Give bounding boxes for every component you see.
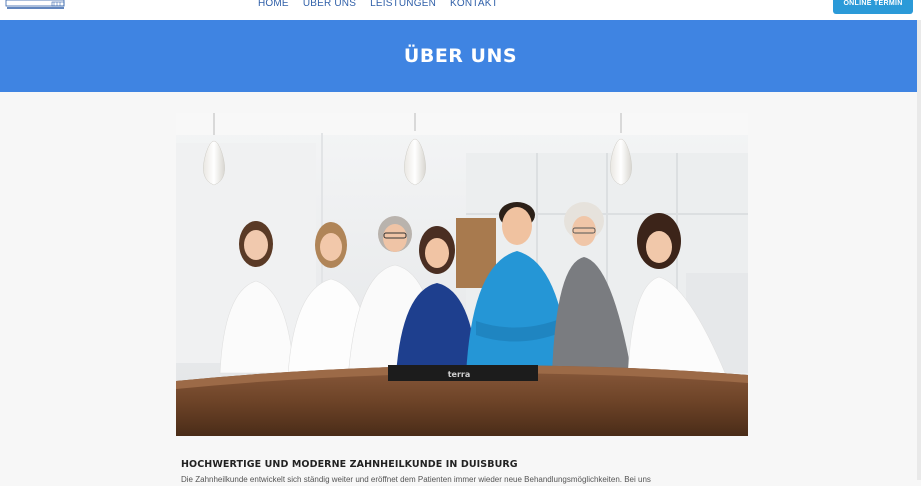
team-photo-illustration: terra xyxy=(176,113,748,436)
team-photo: terra xyxy=(176,113,748,436)
nav-item-ueber-uns[interactable]: ÜBER UNS xyxy=(303,0,356,12)
online-termin-button[interactable]: ONLINE TERMIN xyxy=(833,0,913,14)
page-title-banner: ÜBER UNS xyxy=(0,20,921,92)
nav-item-leistungen[interactable]: LEISTUNGEN xyxy=(370,0,436,12)
page-scrollbar[interactable] xyxy=(917,20,921,480)
page-title: ÜBER UNS xyxy=(403,45,518,67)
main-nav: HOME ÜBER UNS LEISTUNGEN KONTAKT xyxy=(258,0,498,12)
section-paragraph: Die Zahnheilkunde entwickelt sich ständi… xyxy=(181,475,651,484)
nav-item-kontakt[interactable]: KONTAKT xyxy=(450,0,498,12)
monitor-brand-label: terra xyxy=(448,370,471,379)
practice-logo[interactable] xyxy=(4,0,68,12)
section-heading: HOCHWERTIGE UND MODERNE ZAHNHEILKUNDE IN… xyxy=(181,459,518,470)
top-navigation-bar: HOME ÜBER UNS LEISTUNGEN KONTAKT ONLINE … xyxy=(0,0,921,20)
nav-item-home[interactable]: HOME xyxy=(258,0,289,12)
